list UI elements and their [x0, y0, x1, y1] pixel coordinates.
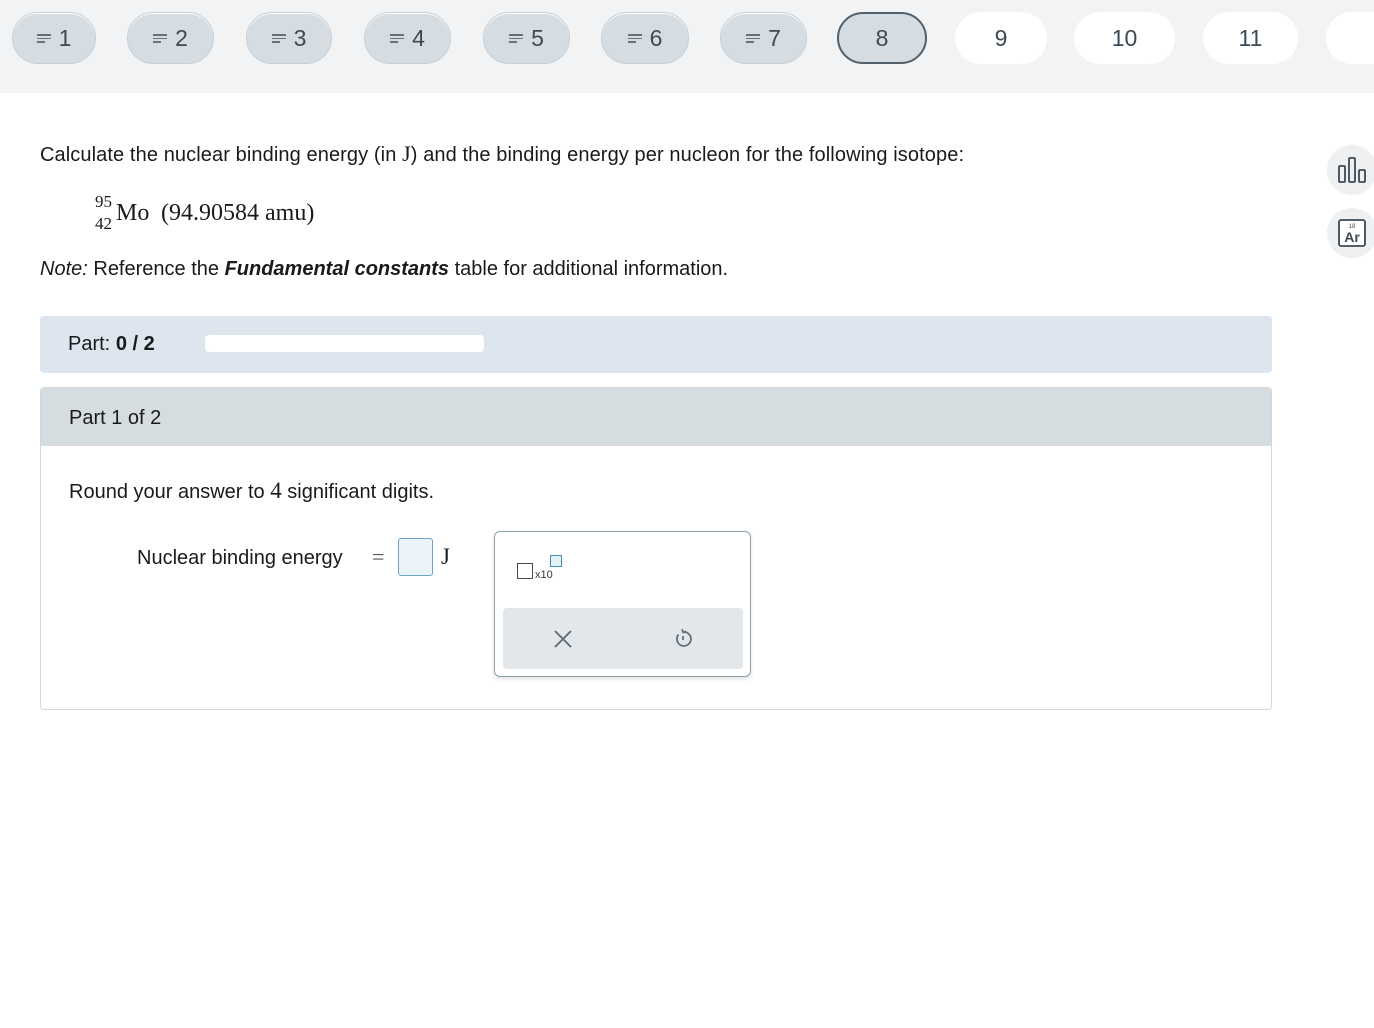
list-lines-icon	[746, 33, 761, 43]
part-progress-label: Part: 0 / 2	[68, 333, 155, 356]
undo-button[interactable]	[666, 622, 700, 656]
question-navigation-bar: 1 2 3 4 5 6 7 8 9 10 11	[0, 0, 1374, 93]
equals-sign: =	[372, 544, 385, 569]
question-6-button[interactable]: 6	[601, 12, 689, 64]
list-lines-icon	[509, 33, 524, 43]
question-number: 3	[293, 24, 307, 51]
question-number: 5	[531, 24, 544, 51]
note-text: Reference the	[87, 258, 225, 280]
question-2-button[interactable]: 2	[127, 12, 214, 64]
bar-chart-icon	[1338, 157, 1366, 183]
list-lines-icon	[390, 33, 405, 43]
clear-x-icon	[554, 630, 572, 648]
question-number: 8	[875, 24, 889, 51]
list-lines-icon	[627, 33, 642, 43]
question-next-partial-button[interactable]	[1326, 12, 1374, 64]
prompt-text: Calculate the nuclear binding energy (in	[40, 144, 403, 166]
element-symbol: Mo	[116, 200, 150, 226]
question-9-button[interactable]: 9	[955, 12, 1047, 64]
prompt-unit: J	[402, 141, 411, 166]
question-number: 9	[994, 24, 1008, 51]
scientific-notation-icon	[517, 563, 533, 579]
periodic-table-icon: 18 Ar	[1338, 219, 1366, 247]
instruction-text: Round your answer to	[69, 481, 271, 503]
question-number: 10	[1111, 24, 1138, 51]
atomic-mass: (94.90584 amu)	[161, 200, 315, 226]
periodic-symbol: Ar	[1344, 229, 1360, 245]
part-label: Part:	[68, 333, 111, 355]
question-8-button[interactable]: 8	[837, 12, 927, 64]
scientific-notation-button[interactable]: x10	[513, 552, 567, 586]
fundamental-constants-reference: Fundamental constants	[224, 258, 450, 280]
note-label: Note:	[40, 258, 88, 280]
palette-tools	[503, 608, 743, 669]
question-11-button[interactable]: 11	[1203, 12, 1298, 64]
mass-number: 95	[95, 192, 112, 211]
significant-digits: 4	[270, 478, 282, 503]
binding-energy-input[interactable]	[398, 538, 433, 576]
clear-button[interactable]	[546, 622, 580, 656]
part-progress-value: 0 / 2	[115, 333, 155, 355]
question-number: 1	[58, 24, 72, 51]
question-4-button[interactable]: 4	[364, 12, 451, 64]
list-lines-icon	[153, 33, 168, 43]
isotope-notation: 95 42 Mo (94.90584 amu)	[95, 192, 395, 236]
question-number: 6	[649, 24, 663, 51]
list-lines-icon	[36, 33, 51, 43]
part-header: Part 1 of 2	[41, 388, 1271, 446]
instruction-text-end: significant digits.	[281, 481, 435, 503]
exponent-box-icon	[550, 555, 562, 567]
part-title: Part 1 of 2	[69, 407, 162, 429]
question-number: 11	[1238, 24, 1263, 51]
question-3-button[interactable]: 3	[246, 12, 332, 64]
math-palette: x10	[494, 531, 751, 677]
question-number: 7	[768, 24, 781, 51]
note: Note: Reference the Fundamental constant…	[40, 258, 728, 281]
answer-field-label: Nuclear binding energy	[137, 547, 343, 569]
question-7-button[interactable]: 7	[720, 12, 807, 64]
x10-label: x10	[535, 569, 553, 581]
note-text-end: table for additional information.	[449, 258, 729, 280]
data-tool-button[interactable]	[1327, 145, 1374, 195]
part-progress-bar: Part: 0 / 2	[40, 316, 1272, 373]
question-prompt: Calculate the nuclear binding energy (in…	[40, 141, 964, 167]
periodic-table-button[interactable]: 18 Ar	[1327, 208, 1374, 258]
rounding-instruction: Round your answer to 4 significant digit…	[69, 478, 434, 504]
progress-track	[205, 335, 484, 352]
answer-unit: J	[441, 544, 450, 569]
undo-icon	[676, 628, 692, 647]
question-10-button[interactable]: 10	[1074, 12, 1175, 64]
atomic-number: 42	[95, 214, 112, 233]
question-number: 4	[412, 24, 425, 51]
prompt-text-end: ) and the binding energy per nucleon for…	[410, 144, 965, 166]
list-lines-icon	[271, 33, 286, 43]
question-5-button[interactable]: 5	[483, 12, 570, 64]
question-1-button[interactable]: 1	[12, 12, 96, 64]
question-number: 2	[175, 24, 188, 51]
